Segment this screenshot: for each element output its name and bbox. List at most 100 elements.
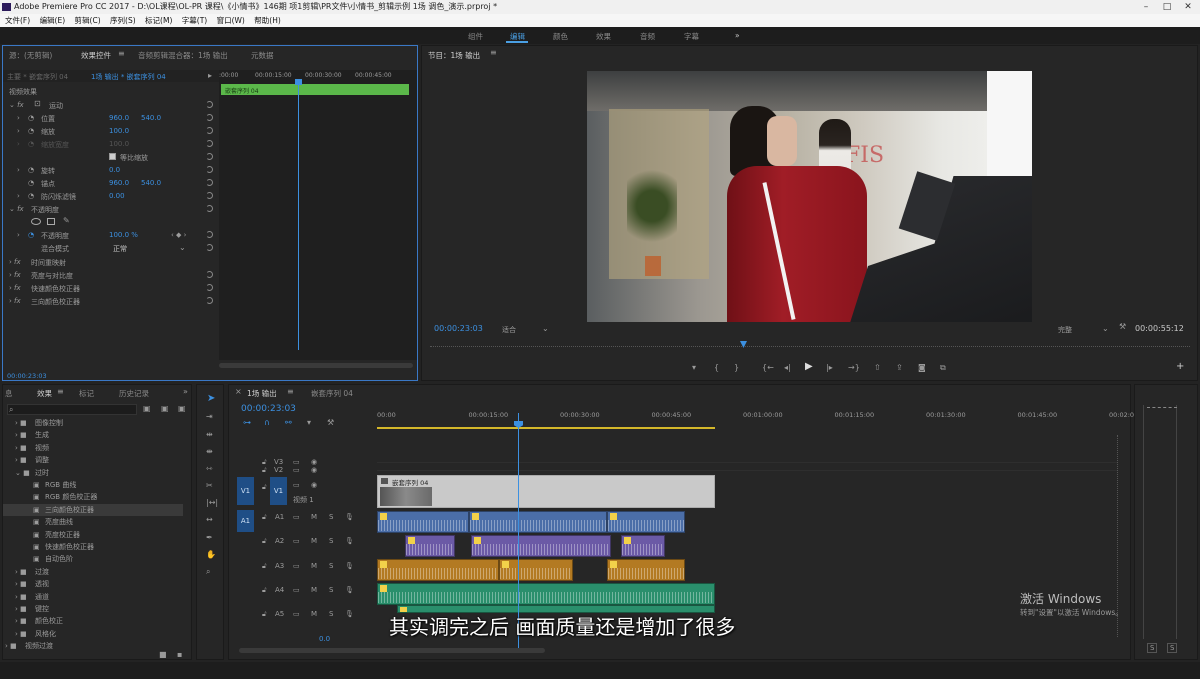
uniform-reset-icon[interactable] <box>206 153 213 160</box>
blend-mode-select[interactable]: 正常 <box>113 244 127 254</box>
source-selector[interactable]: 主要 * 嵌套序列 04 <box>7 72 68 82</box>
track-select-tool-icon[interactable]: ⇥ <box>206 413 213 421</box>
motion-expand-icon[interactable]: ⌄ fx <box>9 101 24 109</box>
menu-window[interactable]: 窗口(W) <box>217 16 245 25</box>
delete-icon[interactable]: ▪ <box>177 651 182 659</box>
fit-chevron-down-icon[interactable]: ⌄ <box>542 325 549 333</box>
source-patch-a1[interactable]: A1 <box>237 510 254 532</box>
lock-a5-icon[interactable]: 🔓︎ <box>262 610 267 619</box>
rolling-edit-tool-icon[interactable]: ⇼ <box>206 448 213 456</box>
eye-v3-icon[interactable]: ◉ <box>311 458 317 466</box>
audio-clip[interactable] <box>607 559 685 581</box>
rate-stretch-tool-icon[interactable]: ⇿ <box>206 465 213 473</box>
audio-clip[interactable] <box>499 559 573 581</box>
scale-value[interactable]: 100.0 <box>109 127 129 135</box>
effects-tree-item[interactable]: › ■ 调整 <box>3 454 183 466</box>
opacity-expand-icon[interactable]: ⌄ fx <box>9 205 24 213</box>
audio-clip[interactable] <box>377 511 469 533</box>
scale-stopwatch-icon[interactable]: ◔ <box>28 127 34 135</box>
time-remap-expand-icon[interactable]: › fx <box>9 258 21 266</box>
selection-tool-icon[interactable]: ➤ <box>207 394 215 404</box>
opacity-value-reset-icon[interactable] <box>206 231 213 238</box>
workspace-more-button[interactable]: » <box>735 31 740 40</box>
slide-tool-icon[interactable]: ↔ <box>206 516 213 524</box>
step-forward-icon[interactable]: |▸ <box>826 364 833 372</box>
flicker-reset-icon[interactable] <box>206 192 213 199</box>
ellipse-mask-icon[interactable] <box>31 218 41 225</box>
anchor-reset-icon[interactable] <box>206 179 213 186</box>
rotation-value[interactable]: 0.0 <box>109 166 120 174</box>
position-x-value[interactable]: 960.0 <box>109 114 129 122</box>
razor-tool-icon[interactable]: ✂ <box>206 482 213 490</box>
step-back-icon[interactable]: ◂| <box>784 364 791 372</box>
effects-tree-item[interactable]: ▣ 自动色阶 <box>3 553 183 565</box>
master-volume-value[interactable]: 0.0 <box>319 635 330 643</box>
fx2-expand-icon[interactable]: › fx <box>9 284 21 292</box>
ec-playhead-handle[interactable] <box>295 79 302 85</box>
lock-a3-icon[interactable]: 🔓︎ <box>262 562 267 571</box>
panel-menu-icon[interactable]: ≡ <box>118 50 125 58</box>
record-a3-icon[interactable]: 🎙︎ <box>345 562 354 570</box>
opacity-value[interactable]: 100.0 % <box>109 231 138 239</box>
quality-chevron-down-icon[interactable]: ⌄ <box>1102 325 1109 333</box>
sync-v1-icon[interactable]: ▭ <box>293 481 300 489</box>
effects-tree-item[interactable]: › ■ 风格化 <box>3 628 183 640</box>
menu-clip[interactable]: 剪辑(C) <box>75 16 101 25</box>
source-patch-v1[interactable]: V1 <box>237 477 254 505</box>
solo-a3-button[interactable]: S <box>329 562 333 570</box>
effects-tree-item[interactable]: › ■ 视频过渡 <box>3 640 183 652</box>
rotation-reset-icon[interactable] <box>206 166 213 173</box>
effects-panel-menu-icon[interactable]: ≡ <box>57 388 64 396</box>
sync-a1-icon[interactable]: ▭ <box>293 513 300 521</box>
audio-clip[interactable] <box>607 511 685 533</box>
blend-reset-icon[interactable] <box>206 244 213 251</box>
minimize-button[interactable]: – <box>1136 0 1156 14</box>
solo-right-button[interactable]: S <box>1167 643 1178 653</box>
eye-v1-icon[interactable]: ◉ <box>311 481 317 489</box>
extract-icon[interactable]: ⇪ <box>896 364 903 372</box>
menu-file[interactable]: 文件(F) <box>5 16 30 25</box>
rotation-stopwatch-icon[interactable]: ◔ <box>28 166 34 174</box>
panel-more-icon[interactable]: » <box>183 388 188 396</box>
rectangle-mask-icon[interactable] <box>47 218 55 225</box>
sync-a3-icon[interactable]: ▭ <box>293 562 300 570</box>
yuv-effects-icon[interactable]: ▣ <box>178 405 186 413</box>
record-a1-icon[interactable]: 🎙︎ <box>345 513 354 521</box>
timeline-settings-icon[interactable]: ⚒ <box>327 419 334 427</box>
solo-a5-button[interactable]: S <box>329 610 333 618</box>
fx-fast-color-corrector[interactable]: 快速颜色校正器 <box>31 284 80 294</box>
motion-transform-icon[interactable]: ⊡ <box>34 100 41 108</box>
record-a5-icon[interactable]: 🎙︎ <box>345 610 354 618</box>
timeline-panel-menu-icon[interactable]: ≡ <box>287 388 294 396</box>
solo-left-button[interactable]: S <box>1147 643 1158 653</box>
wrench-icon[interactable]: ⚒ <box>1119 323 1126 331</box>
effects-tree-item[interactable]: › ■ 生成 <box>3 429 183 441</box>
effects-tree-item[interactable]: › ■ 键控 <box>3 603 183 615</box>
zoom-tool-icon[interactable]: ⌕ <box>206 568 210 576</box>
mute-a5-button[interactable]: M <box>311 610 317 618</box>
audio-clip[interactable] <box>471 535 611 557</box>
position-toggle-icon[interactable]: › <box>17 114 20 122</box>
timeline-timecode[interactable]: 00:00:23:03 <box>241 404 296 414</box>
sync-v2-icon[interactable]: ▭ <box>293 466 300 474</box>
position-reset-icon[interactable] <box>206 114 213 121</box>
effects-tree-item[interactable]: › ■ 过渡 <box>3 566 183 578</box>
sync-a2-icon[interactable]: ▭ <box>293 537 300 545</box>
audio-clip[interactable] <box>621 535 665 557</box>
motion-reset-icon[interactable] <box>206 101 213 108</box>
fit-dropdown[interactable]: 适合 <box>502 325 516 335</box>
menu-edit[interactable]: 编辑(E) <box>40 16 66 25</box>
audio-clip[interactable] <box>405 535 455 557</box>
sync-a4-icon[interactable]: ▭ <box>293 586 300 594</box>
tab-info[interactable]: 息 <box>5 388 13 399</box>
program-video-frame[interactable]: FIS <box>587 71 1032 322</box>
anchor-stopwatch-icon[interactable]: ◔ <box>28 179 34 187</box>
effects-tree-item[interactable]: › ■ 图像控制 <box>3 417 183 429</box>
sequence-clip-selector[interactable]: 1场 输出 * 嵌套序列 04 <box>91 72 166 82</box>
lift-icon[interactable]: ⇧ <box>874 364 881 372</box>
go-to-in-icon[interactable]: {← <box>762 364 774 372</box>
position-stopwatch-icon[interactable]: ◔ <box>28 114 34 122</box>
anchor-x-value[interactable]: 960.0 <box>109 179 129 187</box>
tab-source[interactable]: 源：(无剪辑) <box>9 50 52 61</box>
fx3-expand-icon[interactable]: › fx <box>9 297 21 305</box>
